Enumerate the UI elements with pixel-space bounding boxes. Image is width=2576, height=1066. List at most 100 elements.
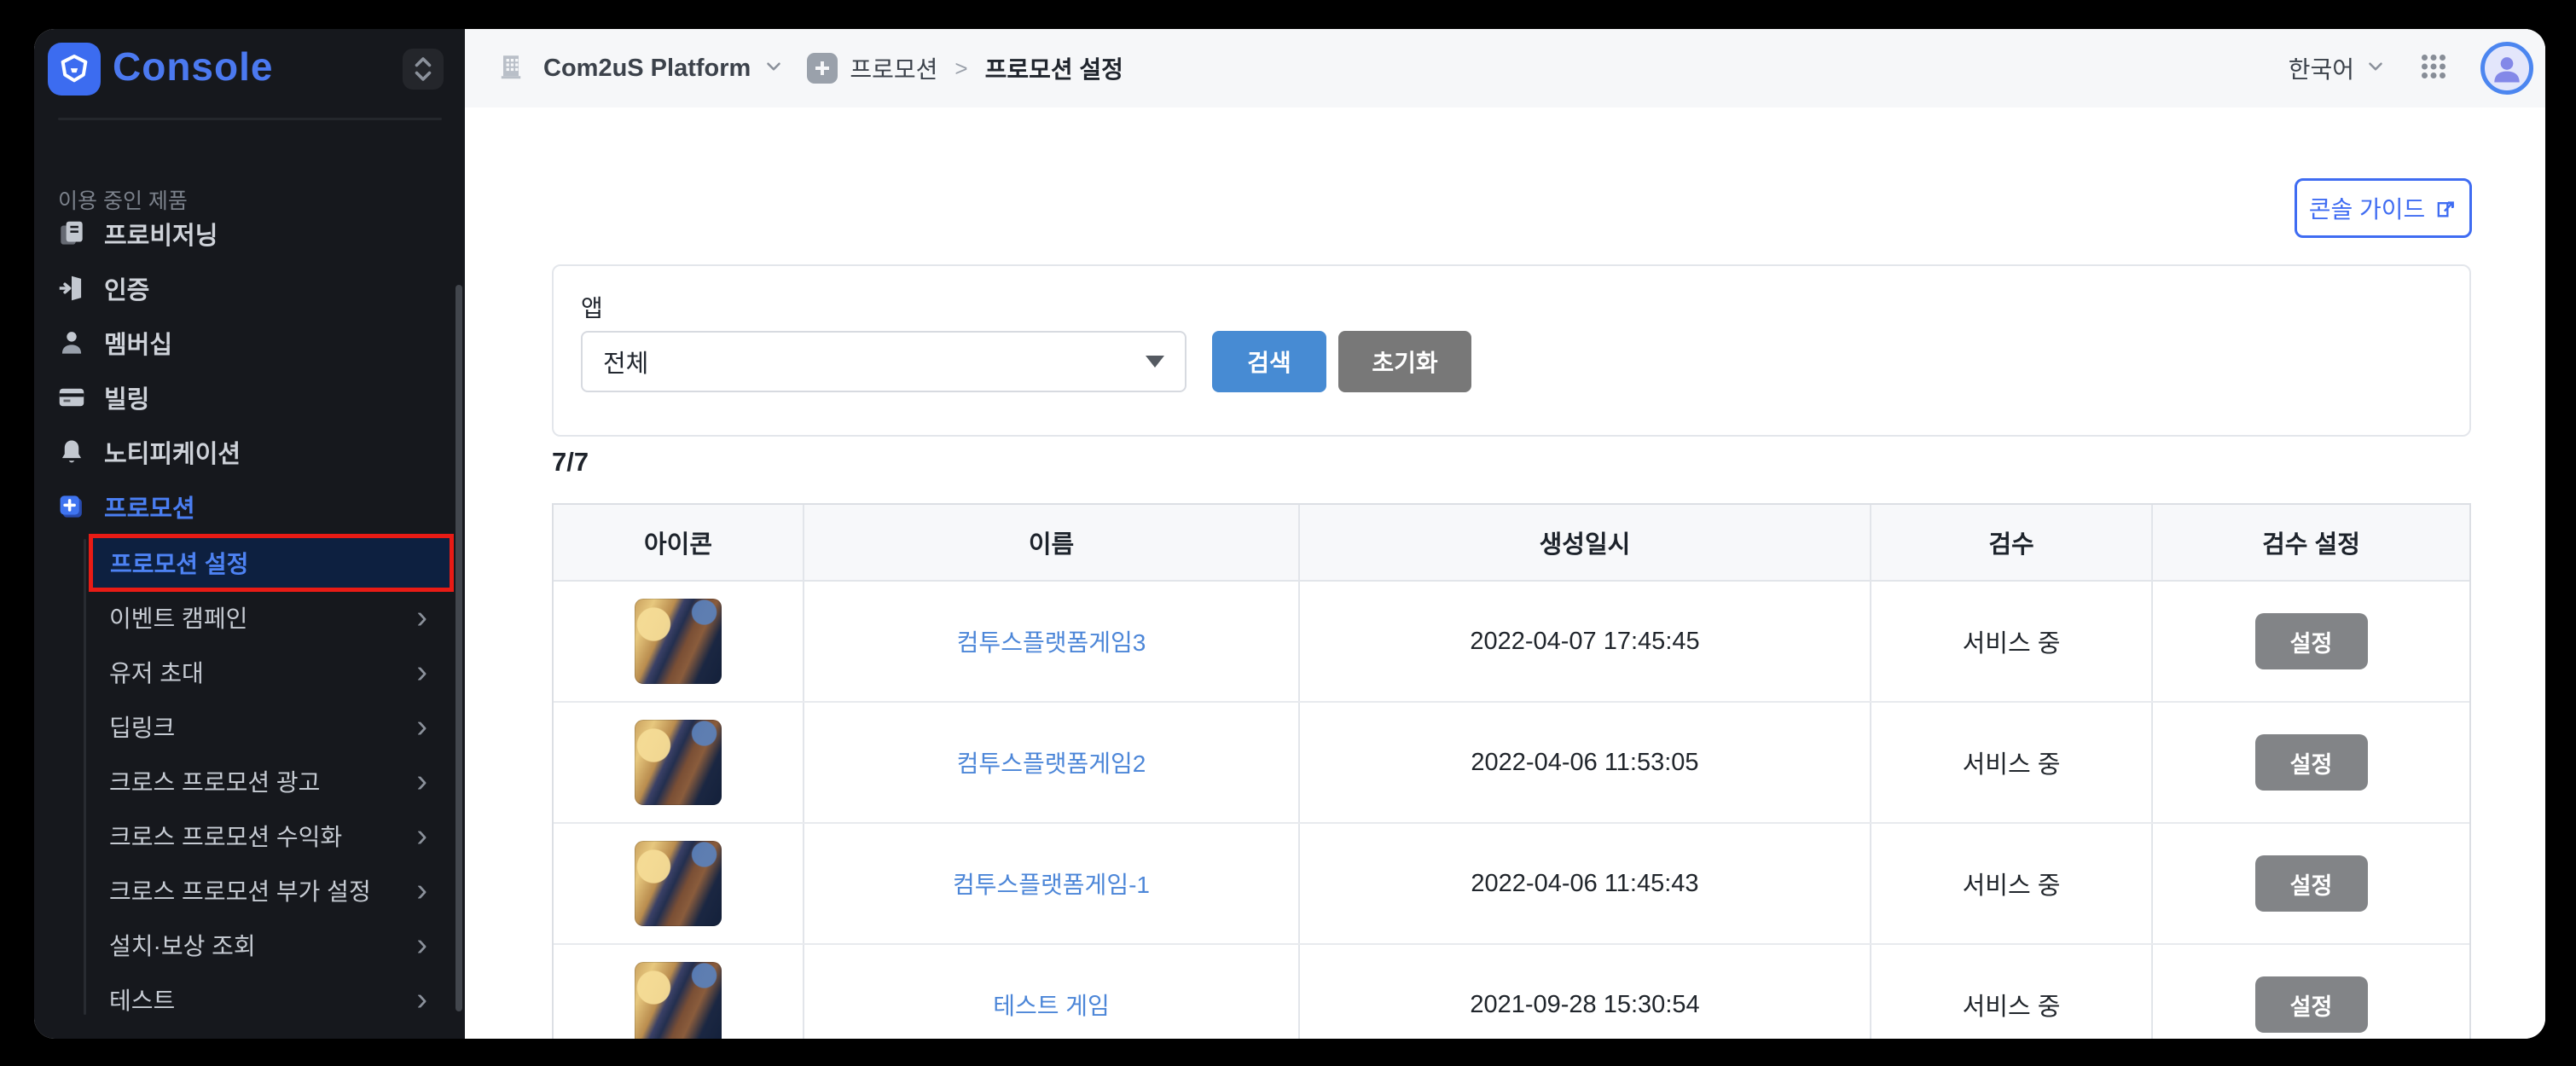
- column-header-icon: 아이콘: [644, 524, 712, 560]
- sidebar-item-label: 프로모션: [104, 489, 195, 524]
- login-icon: [55, 271, 89, 305]
- column-header-review-config: 검수 설정: [2262, 524, 2360, 560]
- breadcrumb: 프로모션 > 프로모션 설정: [807, 51, 1123, 85]
- game-name-link[interactable]: 컴투스플랫폼게임2: [957, 745, 1146, 779]
- chevron-right-icon: [416, 983, 427, 1016]
- review-status: 서비스 중: [1963, 987, 2061, 1023]
- sidebar-item-notification[interactable]: 노티피케이션: [34, 425, 465, 479]
- review-status: 서비스 중: [1963, 744, 2061, 780]
- credit-card-icon: [55, 380, 89, 414]
- chevron-right-icon: [416, 874, 427, 907]
- app-grid-icon[interactable]: [2416, 49, 2451, 89]
- bell-icon: [55, 435, 89, 469]
- game-thumbnail: [635, 720, 722, 805]
- chevron-right-icon: [416, 710, 427, 743]
- column-header-name: 이름: [1029, 524, 1074, 560]
- created-at: 2022-04-06 11:45:43: [1471, 870, 1698, 898]
- apps-table: 아이콘 이름 생성일시 검수 검수 설정 컴투스플랫폼게임3 2022-04-0…: [552, 503, 2471, 1039]
- sidebar-item-promotion[interactable]: 프로모션: [34, 479, 465, 534]
- sidebar-item-membership[interactable]: 멤버십: [34, 316, 465, 370]
- person-icon: [55, 326, 89, 360]
- external-link-icon: [2434, 196, 2457, 220]
- workspace-name: Com2uS Platform: [543, 55, 751, 83]
- sidebar-item-label: 멤버십: [104, 325, 172, 361]
- chevron-down-icon: [763, 55, 785, 82]
- config-button[interactable]: 설정: [2255, 976, 2368, 1033]
- language-value: 한국어: [2289, 51, 2354, 85]
- sidebar-subitem-install-reward[interactable]: 설치·보상 조회: [34, 918, 465, 972]
- documents-icon: [55, 217, 89, 251]
- column-header-review: 검수: [1988, 524, 2034, 560]
- sidebar-subitem-test[interactable]: 테스트: [34, 972, 465, 1027]
- table-row: 컴투스플랫폼게임-1 2022-04-06 11:45:43 서비스 중 설정: [554, 824, 2469, 945]
- review-status: 서비스 중: [1963, 623, 2061, 659]
- chevron-right-icon: [416, 929, 427, 961]
- game-thumbnail: [635, 841, 722, 926]
- config-button[interactable]: 설정: [2255, 734, 2368, 791]
- review-status: 서비스 중: [1963, 866, 2061, 901]
- chevron-down-icon: [2364, 55, 2387, 82]
- promotion-icon: [807, 53, 838, 84]
- sidebar-subitem-cross-promo-ads[interactable]: 크로스 프로모션 광고: [34, 754, 465, 808]
- sidebar-menu: 프로비저닝 인증 멤버: [34, 206, 465, 534]
- app-window: Console 이용 중인 제품 프: [34, 29, 2545, 1039]
- main-area: Com2uS Platform 프로모션 > 프로모션 설정 한국어: [465, 29, 2545, 1039]
- sidebar: Console 이용 중인 제품 프: [34, 29, 465, 1039]
- breadcrumb-current: 프로모션 설정: [985, 51, 1123, 85]
- chevron-right-icon: [416, 765, 427, 797]
- sidebar-item-label: 빌링: [104, 379, 149, 415]
- language-selector[interactable]: 한국어: [2289, 51, 2387, 85]
- sidebar-item-billing[interactable]: 빌링: [34, 370, 465, 425]
- building-icon: [496, 51, 526, 86]
- sidebar-item-auth[interactable]: 인증: [34, 261, 465, 316]
- created-at: 2022-04-06 11:53:05: [1471, 749, 1698, 777]
- topbar-controls: 한국어: [2289, 42, 2533, 95]
- promotion-plus-icon: [55, 490, 89, 524]
- console-guide-button[interactable]: 콘솔 가이드: [2295, 178, 2472, 238]
- game-name-link[interactable]: 컴투스플랫폼게임-1: [953, 866, 1150, 901]
- breadcrumb-separator: >: [954, 55, 967, 82]
- chevron-right-icon: [416, 601, 427, 634]
- app-filter-selected-value: 전체: [603, 344, 648, 379]
- chevron-right-icon: [416, 656, 427, 688]
- reset-button[interactable]: 초기화: [1338, 331, 1471, 392]
- result-count: 7/7: [552, 447, 589, 478]
- game-name-link[interactable]: 테스트 게임: [993, 988, 1110, 1022]
- select-caret-icon: [1146, 356, 1164, 368]
- table-row: 컴투스플랫폼게임3 2022-04-07 17:45:45 서비스 중 설정: [554, 582, 2469, 703]
- sidebar-divider: [58, 118, 442, 120]
- config-button[interactable]: 설정: [2255, 855, 2368, 912]
- sidebar-logo-row: Console: [34, 29, 465, 109]
- filter-card: 앱 전체 검색 초기화: [552, 264, 2471, 437]
- search-button[interactable]: 검색: [1212, 331, 1326, 392]
- sidebar-item-label: 프로비저닝: [104, 216, 218, 252]
- column-header-created: 생성일시: [1540, 524, 1631, 560]
- config-button[interactable]: 설정: [2255, 613, 2368, 669]
- app-filter-select[interactable]: 전체: [581, 331, 1186, 392]
- breadcrumb-root[interactable]: 프로모션: [850, 51, 937, 85]
- topbar: Com2uS Platform 프로모션 > 프로모션 설정 한국어: [465, 29, 2545, 107]
- sidebar-scrollbar[interactable]: [455, 285, 462, 1011]
- table-header-row: 아이콘 이름 생성일시 검수 검수 설정: [554, 505, 2469, 582]
- created-at: 2021-09-28 15:30:54: [1470, 991, 1699, 1019]
- console-logo-icon: [48, 43, 101, 96]
- workspace-switcher[interactable]: Com2uS Platform: [496, 51, 785, 86]
- sidebar-subitem-deeplink[interactable]: 딥링크: [34, 699, 465, 754]
- sidebar-item-provisioning[interactable]: 프로비저닝: [34, 206, 465, 261]
- game-name-link[interactable]: 컴투스플랫폼게임3: [957, 624, 1146, 658]
- sidebar-subitem-event-campaign[interactable]: 이벤트 캠페인: [34, 590, 465, 645]
- sidebar-collapse-button[interactable]: [403, 49, 444, 90]
- game-thumbnail: [635, 962, 722, 1039]
- chevron-right-icon: [416, 820, 427, 852]
- sidebar-subitem-cross-promo-extra[interactable]: 크로스 프로모션 부가 설정: [34, 863, 465, 918]
- console-logo-text: Console: [113, 43, 273, 90]
- app-filter-label: 앱: [581, 290, 603, 324]
- game-thumbnail: [635, 599, 722, 684]
- table-row: 컴투스플랫폼게임2 2022-04-06 11:53:05 서비스 중 설정: [554, 703, 2469, 824]
- sidebar-subitem-user-invite[interactable]: 유저 초대: [34, 645, 465, 699]
- sidebar-subitem-cross-promo-monetization[interactable]: 크로스 프로모션 수익화: [34, 808, 465, 863]
- sidebar-item-label: 노티피케이션: [104, 434, 241, 470]
- user-avatar[interactable]: [2480, 42, 2533, 95]
- sidebar-submenu: 이벤트 캠페인 유저 초대 딥링크 크로스 프로모션 광고 크로스 프로모션 수…: [34, 536, 465, 1027]
- console-guide-label: 콘솔 가이드: [2309, 191, 2426, 225]
